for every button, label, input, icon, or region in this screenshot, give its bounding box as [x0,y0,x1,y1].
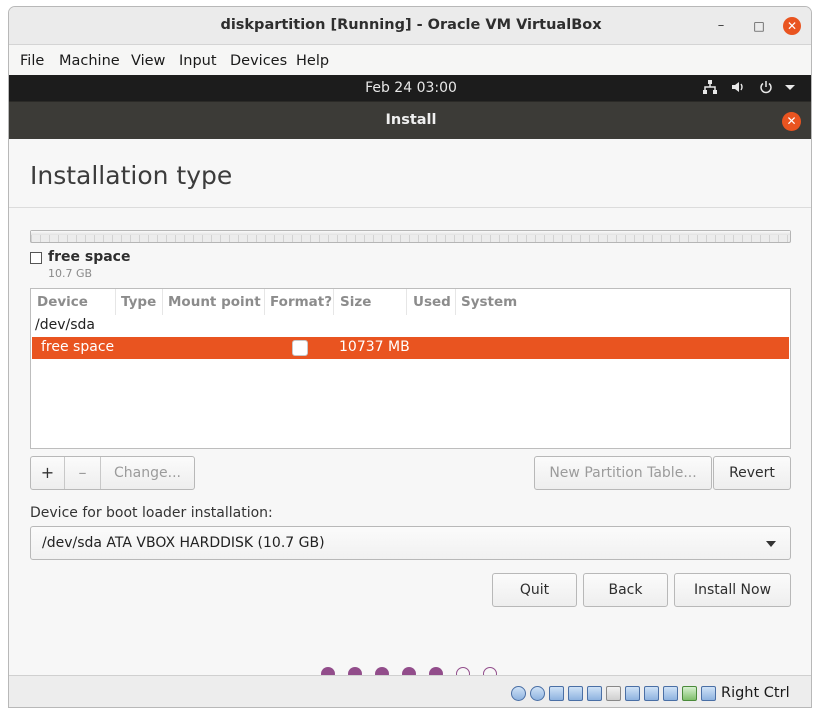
menu-file[interactable]: File [20,53,44,69]
virtualbox-window: diskpartition [Running] - Oracle VM Virt… [8,6,812,708]
menu-view[interactable]: View [131,53,165,69]
column-divider [406,289,407,315]
menu-machine[interactable]: Machine [59,53,120,69]
column-header-used[interactable]: Used [413,294,451,310]
column-divider [455,289,456,315]
device-row[interactable]: /dev/sda [35,317,95,333]
window-title: diskpartition [Running] - Oracle VM Virt… [220,17,602,33]
remove-partition-button[interactable]: – [65,457,100,489]
usb-icon[interactable] [587,686,602,701]
disk-bar-highlight [31,231,790,235]
quit-button[interactable]: Quit [492,573,577,607]
mouse-integration-icon[interactable] [682,686,697,701]
disk-usage-bar [30,230,791,243]
guest-screen: Feb 24 03:00 Install ✕ Installation type [9,75,811,681]
audio-icon[interactable] [549,686,564,701]
boot-loader-label: Device for boot loader installation: [30,505,273,521]
column-divider [162,289,163,315]
back-button[interactable]: Back [583,573,668,607]
menu-input[interactable]: Input [179,53,217,69]
row-device-label: free space [41,339,115,355]
free-space-legend-swatch [30,252,42,264]
boot-loader-select[interactable]: /dev/sda ATA VBOX HARDDISK (10.7 GB) [30,526,791,560]
column-divider [264,289,265,315]
free-space-legend-label: free space [48,249,131,265]
display-icon[interactable] [625,686,640,701]
installer-content: Installation type free space 10.7 GB Dev… [9,139,811,681]
column-header-size[interactable]: Size [340,294,371,310]
revert-button[interactable]: Revert [713,456,791,490]
hard-disk-icon[interactable] [511,686,526,701]
power-icon[interactable] [757,79,775,97]
installer-close-button[interactable]: ✕ [782,112,801,131]
close-button[interactable]: ✕ [783,17,801,35]
vbox-status-bar: Right Ctrl [9,675,811,707]
change-partition-button[interactable]: Change... [101,457,194,489]
window-titlebar[interactable]: diskpartition [Running] - Oracle VM Virt… [9,7,811,45]
free-space-legend-size: 10.7 GB [48,267,93,280]
column-header-format[interactable]: Format? [270,294,332,310]
partition-table: Device Type Mount point Format? Size Use… [30,288,791,449]
minimize-button[interactable]: – [712,17,730,35]
page-header: Installation type [9,139,811,208]
virtualization-icon[interactable] [663,686,678,701]
boot-loader-value: /dev/sda ATA VBOX HARDDISK (10.7 GB) [42,535,325,551]
video-capture-icon[interactable] [644,686,659,701]
chevron-down-icon [766,541,776,547]
menu-devices[interactable]: Devices [230,53,287,69]
column-divider [333,289,334,315]
installer-header: Install ✕ [9,101,811,139]
network-icon[interactable] [701,79,719,97]
row-size-value: 10737 MB [339,339,410,355]
page-title: Installation type [30,161,233,190]
partition-edit-buttons: + – Change... [30,456,195,490]
install-now-button[interactable]: Install Now [674,573,791,607]
clock[interactable]: Feb 24 03:00 [9,80,811,96]
add-partition-button[interactable]: + [31,457,64,489]
column-header-device[interactable]: Device [37,294,88,310]
shared-folders-icon[interactable] [606,686,621,701]
format-checkbox[interactable] [292,340,308,356]
new-partition-table-button[interactable]: New Partition Table... [534,456,712,490]
column-divider [115,289,116,315]
network-adapter-icon[interactable] [568,686,583,701]
volume-icon[interactable] [729,79,747,97]
column-header-type[interactable]: Type [121,294,156,310]
host-key-label: Right Ctrl [721,685,790,701]
installer-title: Install [385,112,437,128]
menu-arrow-icon[interactable] [781,79,799,97]
optical-drive-icon[interactable] [530,686,545,701]
maximize-button[interactable]: □ [750,17,768,35]
column-header-system[interactable]: System [461,294,517,310]
keyboard-capture-icon[interactable] [701,686,716,701]
column-header-mount-point[interactable]: Mount point [168,294,261,310]
menu-help[interactable]: Help [296,53,329,69]
gnome-top-bar: Feb 24 03:00 [9,75,811,101]
menu-bar: File Machine View Input Devices Help [9,45,811,75]
table-row-selected[interactable]: free space 10737 MB [32,337,789,359]
